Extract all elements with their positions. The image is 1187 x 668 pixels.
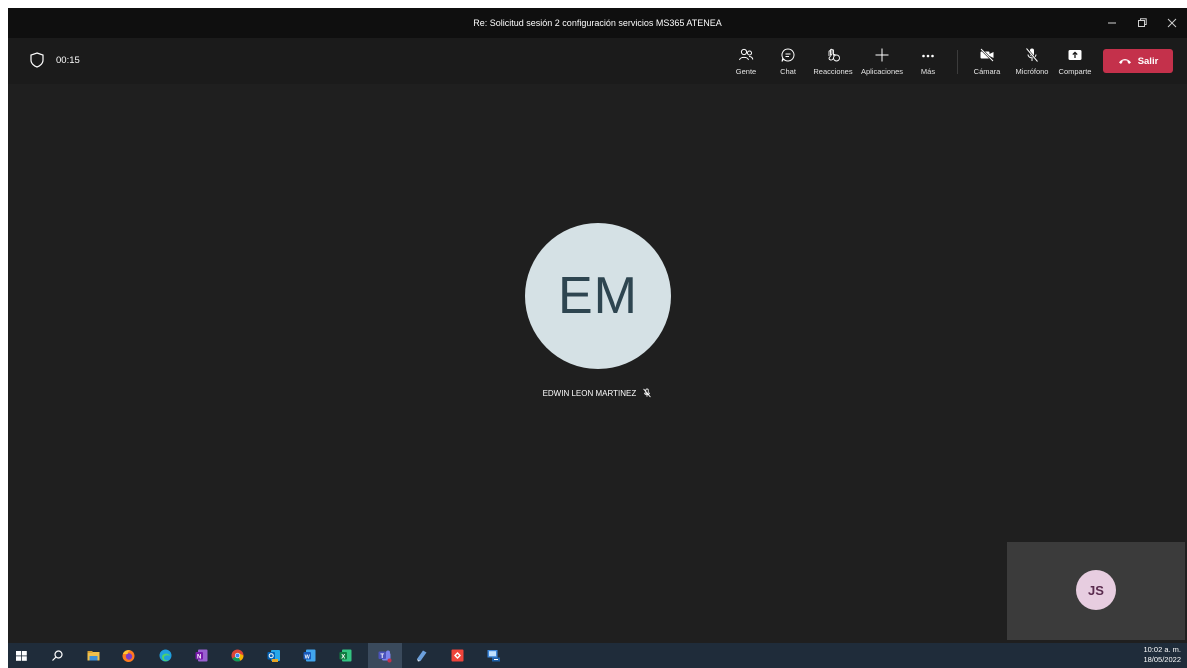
hang-up-icon: [1118, 59, 1131, 64]
main-participant-name: EDWIN LEON MARTINEZ: [542, 389, 637, 399]
main-participant-avatar: EM: [525, 223, 671, 369]
self-initials: JS: [1088, 582, 1104, 598]
clock-date: 18/05/2022: [1143, 655, 1181, 664]
share-button[interactable]: Comparte: [1054, 46, 1096, 80]
system-clock[interactable]: 10:02 a. m. 18/05/2022: [1143, 645, 1181, 665]
apps-label: Aplicaciones: [860, 67, 904, 76]
more-button[interactable]: Más: [916, 46, 940, 80]
minimize-icon[interactable]: [1097, 8, 1127, 38]
microphone-label: Micrófono: [1015, 67, 1049, 76]
muted-microphone-icon: [642, 388, 652, 400]
chrome-icon[interactable]: [230, 648, 245, 663]
leave-label: Salir: [1137, 55, 1159, 67]
anydesk-icon[interactable]: [450, 648, 465, 663]
restore-icon[interactable]: [1127, 8, 1157, 38]
camera-button[interactable]: Cámara: [970, 46, 1004, 80]
svg-text:X: X: [341, 654, 345, 660]
title-bar: Re: Solicitud sesión 2 configuración ser…: [8, 8, 1187, 38]
plus-icon: [874, 46, 890, 64]
shield-icon[interactable]: [30, 52, 44, 68]
excel-icon[interactable]: X: [338, 648, 353, 663]
clock-time: 10:02 a. m.: [1143, 645, 1181, 654]
svg-text:W: W: [305, 654, 311, 660]
close-icon[interactable]: [1157, 8, 1187, 38]
windows-taskbar: N W X T 10:02 a. m. 18/05/2022: [8, 643, 1187, 668]
meeting-duration: 00:15: [56, 55, 80, 66]
camera-label: Cámara: [973, 67, 1001, 76]
people-button[interactable]: Gente: [734, 46, 758, 80]
reactions-label: Reacciones: [813, 67, 853, 76]
self-view-tile[interactable]: JS: [1007, 542, 1185, 640]
windows-start-icon[interactable]: [14, 648, 29, 663]
share-label: Comparte: [1058, 67, 1092, 76]
reactions-icon: [825, 46, 841, 64]
chat-label: Chat: [780, 67, 796, 76]
camera-off-icon: [979, 46, 995, 64]
outlook-icon[interactable]: [266, 648, 281, 663]
chat-icon: [780, 46, 796, 64]
file-explorer-icon[interactable]: [86, 648, 101, 663]
chat-button[interactable]: Chat: [776, 46, 800, 80]
window-title: Re: Solicitud sesión 2 configuración ser…: [473, 18, 722, 28]
main-participant-initials: EM: [558, 267, 638, 325]
toolbar-divider: [957, 50, 958, 74]
main-participant-name-row: EDWIN LEON MARTINEZ: [8, 388, 1187, 400]
onenote-icon[interactable]: N: [194, 648, 209, 663]
apps-button[interactable]: Aplicaciones: [857, 46, 907, 80]
reactions-button[interactable]: Reacciones: [811, 46, 855, 80]
word-icon[interactable]: W: [302, 648, 317, 663]
people-icon: [738, 46, 754, 64]
teams-meeting-window: Re: Solicitud sesión 2 configuración ser…: [8, 8, 1187, 643]
self-avatar: JS: [1076, 570, 1116, 610]
teams-icon[interactable]: T: [377, 648, 392, 663]
microphone-button[interactable]: Micrófono: [1010, 46, 1054, 80]
svg-text:T: T: [380, 654, 384, 660]
svg-text:N: N: [197, 654, 201, 660]
firefox-icon[interactable]: [121, 648, 136, 663]
microphone-off-icon: [1024, 46, 1040, 64]
app-icon[interactable]: [414, 648, 429, 663]
more-icon: [920, 46, 936, 64]
share-screen-icon: [1067, 46, 1083, 64]
people-label: Gente: [735, 67, 757, 76]
more-label: Más: [920, 67, 936, 76]
leave-button[interactable]: Salir: [1103, 49, 1173, 73]
edge-icon[interactable]: [158, 648, 173, 663]
search-icon[interactable]: [50, 648, 65, 663]
meeting-toolbar: 00:15 Gente Chat Reacciones Aplicaciones: [8, 38, 1187, 84]
remote-desktop-icon[interactable]: [486, 648, 501, 663]
